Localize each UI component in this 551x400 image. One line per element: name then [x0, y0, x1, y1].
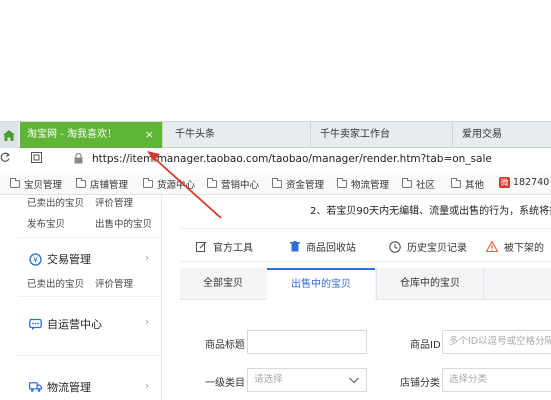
annotation-arrow: [147, 151, 222, 219]
